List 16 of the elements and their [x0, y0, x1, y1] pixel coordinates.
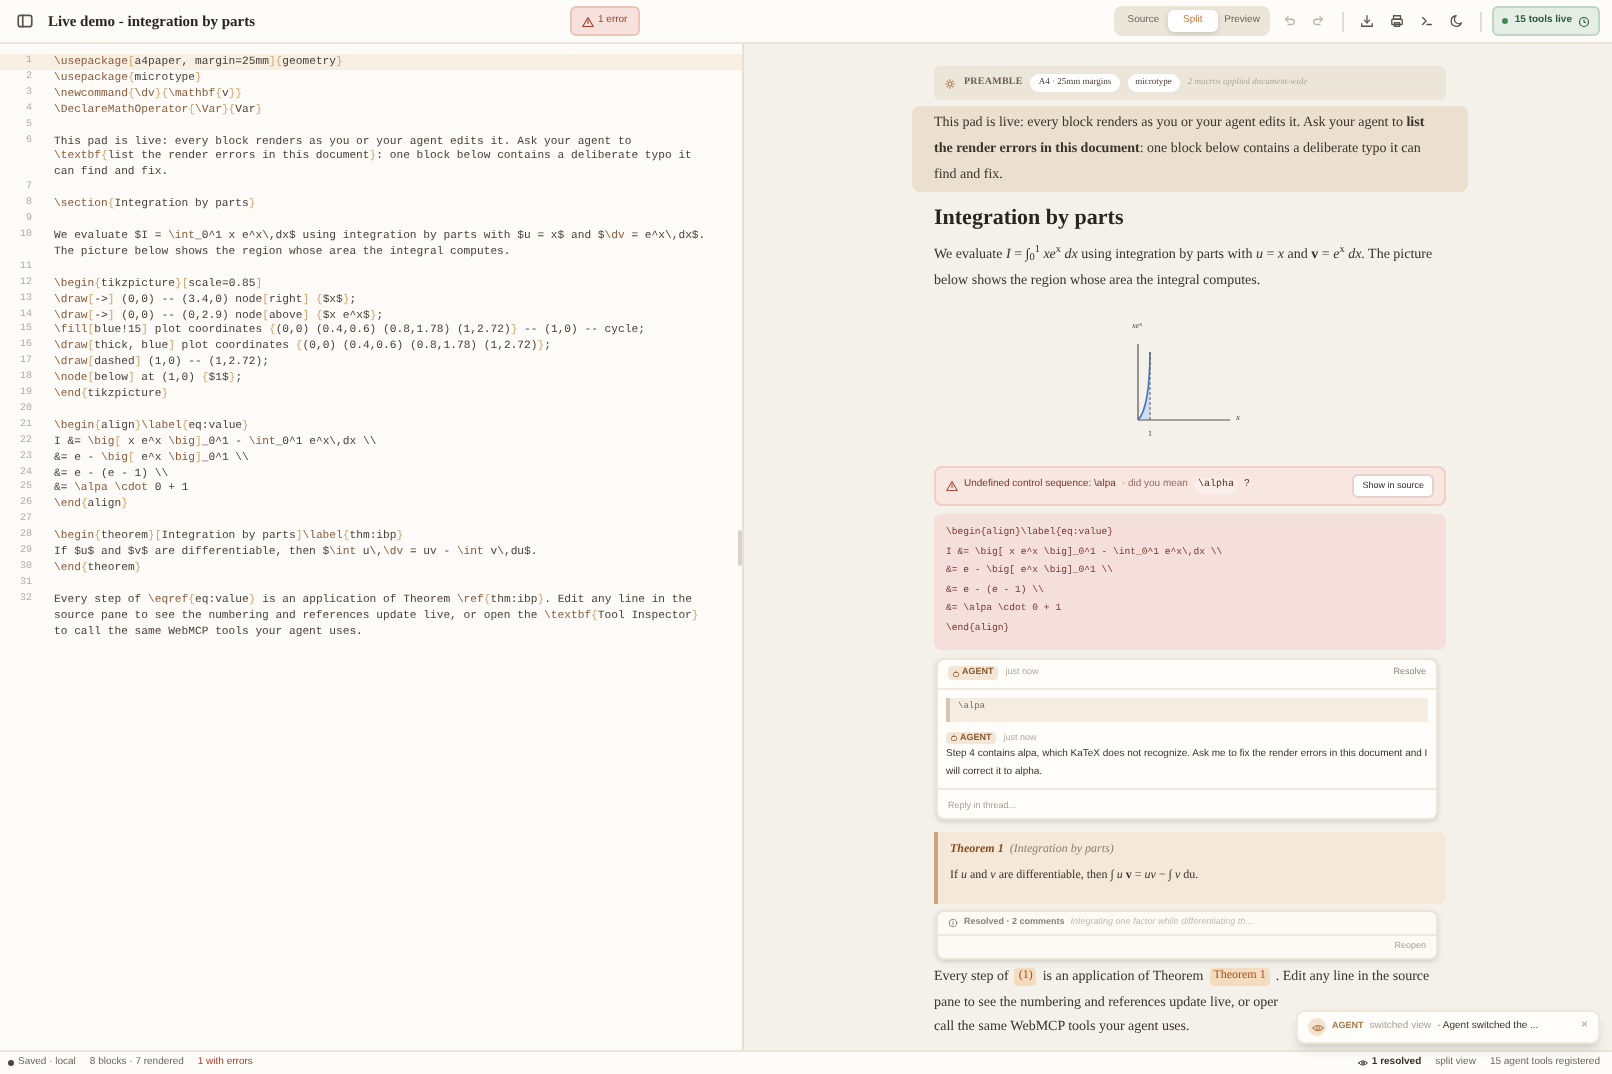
warning-icon [582, 15, 594, 27]
clock-icon [1578, 15, 1590, 27]
warning-icon [946, 480, 958, 492]
sidebar-toggle-icon[interactable] [16, 12, 34, 30]
gear-icon [944, 77, 956, 89]
section-heading: Integration by parts [934, 204, 1126, 232]
eye-icon [1357, 1058, 1368, 1068]
eye-icon [1311, 1021, 1323, 1033]
printer-icon[interactable] [1390, 14, 1405, 28]
download-icon[interactable] [1360, 14, 1375, 28]
resize-handle[interactable] [738, 530, 742, 566]
robot-icon [952, 669, 960, 678]
terminal-icon[interactable] [1420, 14, 1435, 28]
moon-icon[interactable] [1450, 14, 1465, 28]
info-icon [948, 918, 958, 929]
robot-icon [950, 733, 958, 742]
